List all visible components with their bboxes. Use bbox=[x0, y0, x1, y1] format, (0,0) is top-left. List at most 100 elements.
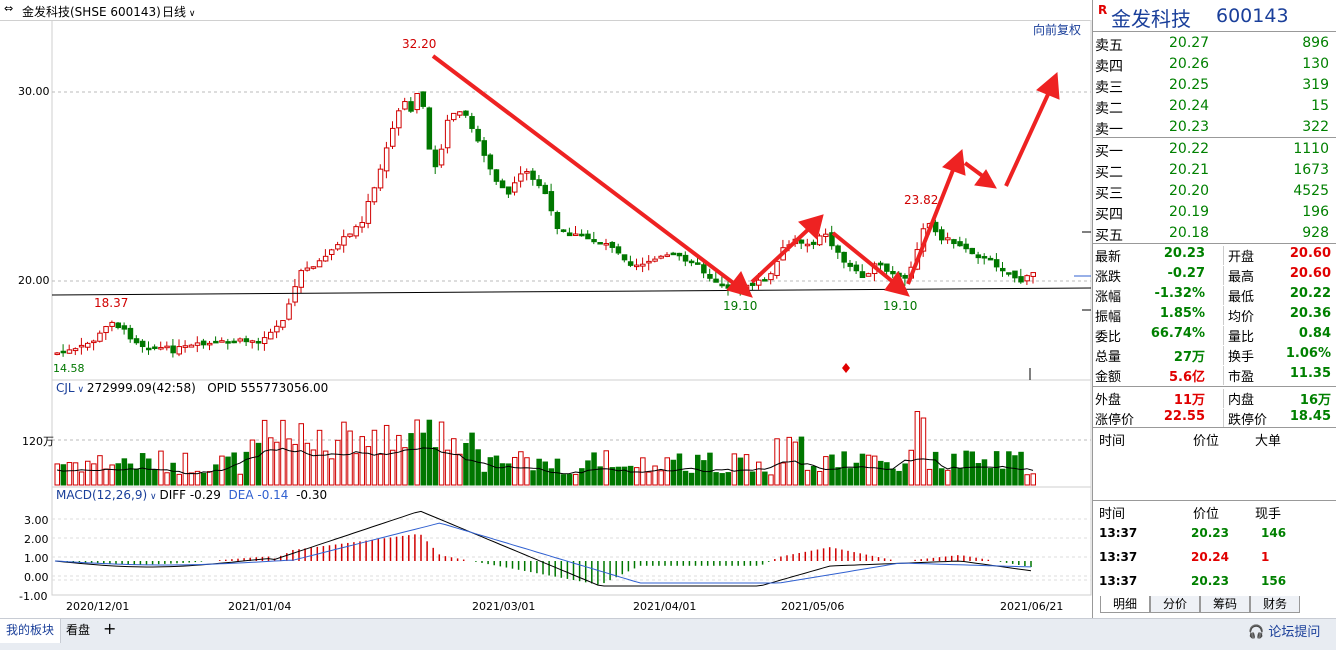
ask-label: 卖五 bbox=[1095, 38, 1123, 54]
stock-title: 金发科技(SHSE 600143) bbox=[22, 5, 161, 19]
macd-label[interactable]: MACD(12,26,9) bbox=[56, 488, 147, 502]
candles bbox=[54, 91, 1036, 358]
volume-bar bbox=[682, 470, 689, 486]
volume-bar bbox=[810, 465, 817, 486]
candle-body bbox=[597, 242, 603, 245]
volume-bar bbox=[487, 457, 494, 486]
bid-price: 20.20 bbox=[1169, 183, 1210, 199]
low0-annotation: 14.58 bbox=[53, 362, 85, 375]
bid-row[interactable]: 买五 20.18 928 bbox=[1093, 223, 1336, 244]
period-label: 日线 bbox=[162, 5, 187, 19]
chart-header: ⇔ 金发科技(SHSE 600143) 日线 ∨ bbox=[0, 0, 1090, 21]
bid-row[interactable]: 买二 20.21 1673 bbox=[1093, 160, 1336, 181]
volume-bar bbox=[60, 464, 67, 486]
add-tab-button[interactable]: + bbox=[103, 619, 116, 638]
ask-row[interactable]: 卖三 20.25 319 bbox=[1093, 75, 1336, 96]
cjl-label[interactable]: CJL bbox=[56, 381, 75, 395]
candle-body bbox=[261, 337, 268, 344]
ask-row[interactable]: 卖五 20.27 896 bbox=[1093, 33, 1336, 54]
event-marker-icon[interactable] bbox=[842, 363, 850, 373]
candle-body bbox=[987, 257, 994, 261]
candle-body bbox=[878, 262, 884, 266]
volume-bar bbox=[66, 462, 73, 486]
bid-row[interactable]: 买四 20.19 196 bbox=[1093, 202, 1336, 223]
candle-body bbox=[835, 245, 841, 253]
chevron-down-icon: ∨ bbox=[186, 9, 196, 19]
chevron-down-icon[interactable]: ∨ bbox=[147, 492, 159, 502]
candle-body bbox=[554, 212, 561, 230]
bigorder-time: 时间 bbox=[1099, 434, 1126, 449]
date-label: 2020/12/01 bbox=[66, 600, 130, 613]
volume-bar bbox=[579, 468, 585, 486]
tab-finance[interactable]: 财务 bbox=[1250, 596, 1300, 613]
candle-body bbox=[652, 258, 658, 262]
candle-body bbox=[310, 266, 317, 269]
volume-bar bbox=[560, 474, 567, 486]
volume-bar bbox=[152, 469, 158, 486]
bid-row[interactable]: 买三 20.20 4525 bbox=[1093, 181, 1336, 202]
chart-link-icon[interactable]: ⇔ bbox=[4, 2, 13, 15]
tick-time: 13:37 bbox=[1099, 574, 1138, 588]
bid-row[interactable]: 买一 20.22 1110 bbox=[1093, 139, 1336, 160]
volume-bar bbox=[932, 451, 939, 486]
candle-body bbox=[536, 179, 542, 187]
period-dropdown[interactable]: 日线 ∨ bbox=[162, 3, 195, 20]
bid-price: 20.19 bbox=[1169, 204, 1210, 220]
candle-body bbox=[798, 239, 805, 244]
stat-label: 最高 bbox=[1223, 266, 1254, 285]
volume-bar bbox=[756, 461, 762, 486]
volume-bar bbox=[335, 439, 341, 486]
volume-bar bbox=[444, 449, 451, 486]
candle-body bbox=[249, 340, 256, 343]
volume-bar bbox=[725, 472, 731, 486]
bottom-bar: 我的板块 看盘 + 🎧 论坛提问 bbox=[0, 618, 1336, 650]
volume-bar bbox=[286, 438, 292, 486]
adjust-button[interactable]: 向前复权 bbox=[1033, 21, 1081, 38]
volume-bar bbox=[993, 451, 1000, 486]
candle-body bbox=[347, 233, 353, 237]
candle-body bbox=[762, 279, 768, 282]
tab-price-dist[interactable]: 分价 bbox=[1150, 596, 1200, 613]
volume-bar bbox=[920, 417, 927, 486]
my-board-tab[interactable]: 我的板块 bbox=[0, 619, 62, 643]
chart-svg[interactable] bbox=[0, 20, 1092, 620]
divider bbox=[1093, 31, 1336, 32]
candle-body bbox=[841, 251, 847, 263]
candle-body bbox=[78, 344, 85, 348]
bid-label: 买一 bbox=[1095, 144, 1123, 160]
candle-body bbox=[304, 267, 311, 271]
candle-body bbox=[957, 241, 963, 247]
ask-row[interactable]: 卖一 20.23 322 bbox=[1093, 117, 1336, 138]
candle-body bbox=[420, 91, 426, 107]
chevron-down-icon[interactable]: ∨ bbox=[75, 385, 87, 395]
stock-header: R 金发科技 600143 bbox=[1093, 0, 1336, 31]
volume-bar bbox=[304, 442, 311, 486]
candle-body bbox=[127, 327, 134, 340]
candle-body bbox=[695, 262, 701, 265]
stat-label: 均价 bbox=[1223, 306, 1254, 325]
volume-bar bbox=[390, 449, 396, 486]
candle-body bbox=[1024, 275, 1030, 282]
macd-dea: DEA -0.14 bbox=[228, 488, 289, 502]
candle-body bbox=[207, 342, 213, 346]
tab-chips[interactable]: 筹码 bbox=[1200, 596, 1250, 613]
volume-bar bbox=[615, 466, 622, 486]
volume-bar bbox=[762, 471, 768, 486]
stat-label: 总量 bbox=[1095, 350, 1122, 365]
forum-button[interactable]: 🎧 论坛提问 bbox=[1248, 621, 1320, 640]
kline-chart[interactable]: 30.00 20.00 120万 3.00 2.00 1.00 0.00 -1.… bbox=[0, 20, 1092, 620]
macd-diff: DIFF -0.29 bbox=[159, 488, 221, 502]
stat-row: 最新 20.23 开盘 20.60 bbox=[1093, 244, 1336, 265]
ask-row[interactable]: 卖四 20.26 130 bbox=[1093, 54, 1336, 75]
bid-volume: 1110 bbox=[1293, 141, 1329, 157]
volume-bar bbox=[78, 471, 85, 486]
volume-bar bbox=[823, 456, 829, 486]
candle-body bbox=[469, 116, 475, 129]
tab-detail[interactable]: 明细 bbox=[1100, 596, 1150, 613]
volume-bar bbox=[432, 447, 439, 486]
ask-row[interactable]: 卖二 20.24 15 bbox=[1093, 96, 1336, 117]
watch-tab[interactable]: 看盘 bbox=[66, 621, 90, 638]
bid-label: 买五 bbox=[1095, 228, 1123, 244]
support-trendline bbox=[51, 287, 1092, 296]
stat-label: 换手 bbox=[1223, 346, 1254, 365]
